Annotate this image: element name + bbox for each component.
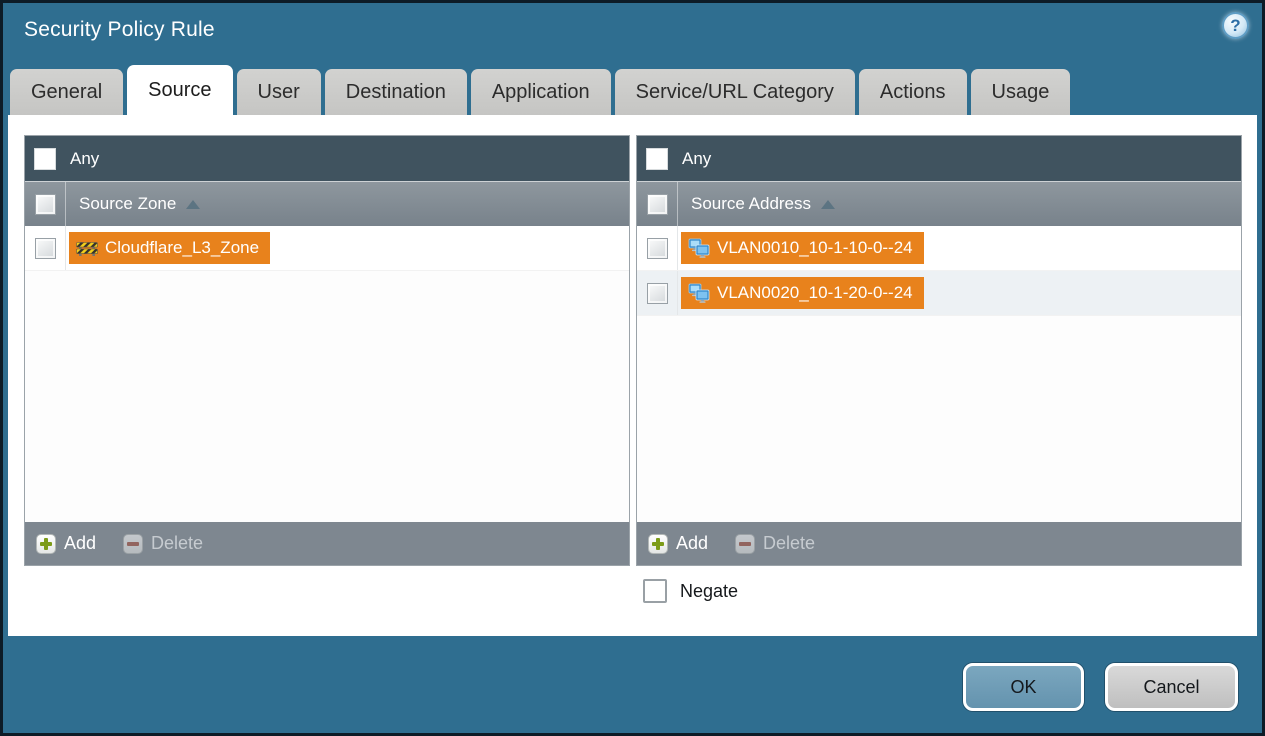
source-zone-column-header-row: Source Zone bbox=[25, 181, 629, 226]
table-row: VLAN0020_10-1-20-0--24 bbox=[637, 271, 1241, 316]
security-policy-rule-dialog: Security Policy Rule ? General Source Us… bbox=[0, 0, 1265, 736]
tab-application[interactable]: Application bbox=[470, 69, 611, 115]
source-zone-any-header: Any bbox=[25, 136, 629, 181]
delete-label: Delete bbox=[151, 533, 204, 553]
sort-ascending-icon[interactable] bbox=[186, 199, 201, 209]
add-plus-icon bbox=[36, 533, 56, 554]
source-address-column-header-row: Source Address bbox=[637, 181, 1241, 226]
zone-icon bbox=[76, 240, 98, 257]
tab-source[interactable]: Source bbox=[127, 65, 233, 115]
row-checkbox[interactable] bbox=[646, 282, 668, 304]
address-icon bbox=[688, 283, 710, 303]
source-address-any-header: Any bbox=[637, 136, 1241, 181]
add-plus-icon bbox=[648, 533, 668, 554]
delete-minus-icon bbox=[123, 533, 144, 554]
row-checkbox[interactable] bbox=[646, 237, 668, 259]
tab-service-url-category[interactable]: Service/URL Category bbox=[614, 69, 855, 115]
table-row: VLAN0010_10-1-10-0--24 bbox=[637, 226, 1241, 271]
delete-minus-icon bbox=[735, 533, 756, 554]
tab-usage[interactable]: Usage bbox=[970, 69, 1071, 115]
table-row: Cloudflare_L3_Zone bbox=[25, 226, 629, 271]
zone-name: Cloudflare_L3_Zone bbox=[105, 238, 260, 257]
address-chip[interactable]: VLAN0010_10-1-10-0--24 bbox=[681, 232, 924, 264]
source-address-panel: Any Source Address VLAN0010_10-1-10-0--2… bbox=[636, 135, 1242, 566]
sort-ascending-icon[interactable] bbox=[821, 199, 836, 209]
source-zone-panel: Any Source Zone Cloudflare_L3_Zone Add D… bbox=[24, 135, 630, 566]
source-zone-toolbar: Add Delete bbox=[25, 522, 629, 565]
source-tab-content: Any Source Zone Cloudflare_L3_Zone Add D… bbox=[8, 115, 1257, 636]
source-address-column-title[interactable]: Source Address bbox=[691, 194, 811, 214]
negate-label: Negate bbox=[680, 580, 739, 601]
help-icon[interactable]: ? bbox=[1222, 12, 1249, 39]
source-zone-any-checkbox[interactable] bbox=[34, 147, 56, 170]
source-zone-column-title[interactable]: Source Zone bbox=[79, 194, 176, 214]
add-button[interactable]: Add bbox=[36, 533, 96, 554]
negate-checkbox[interactable] bbox=[643, 579, 667, 603]
add-label: Add bbox=[64, 533, 97, 553]
address-name: VLAN0020_10-1-20-0--24 bbox=[717, 283, 913, 302]
source-zone-any-label: Any bbox=[70, 148, 100, 168]
address-chip[interactable]: VLAN0020_10-1-20-0--24 bbox=[681, 277, 924, 309]
zone-chip[interactable]: Cloudflare_L3_Zone bbox=[69, 232, 271, 264]
address-icon bbox=[688, 238, 710, 258]
add-button[interactable]: Add bbox=[648, 533, 708, 554]
tab-actions[interactable]: Actions bbox=[858, 69, 967, 115]
ok-button[interactable]: OK bbox=[963, 663, 1084, 711]
dialog-title: Security Policy Rule bbox=[24, 18, 215, 41]
source-address-toolbar: Add Delete bbox=[637, 522, 1241, 565]
tab-destination[interactable]: Destination bbox=[324, 69, 467, 115]
row-checkbox[interactable] bbox=[34, 237, 56, 259]
tab-general[interactable]: General bbox=[10, 69, 124, 115]
address-name: VLAN0010_10-1-10-0--24 bbox=[717, 238, 913, 257]
source-address-any-label: Any bbox=[682, 148, 712, 168]
delete-button[interactable]: Delete bbox=[735, 533, 815, 554]
tab-bar: General Source User Destination Applicat… bbox=[10, 65, 1071, 115]
source-address-list: VLAN0010_10-1-10-0--24 VLAN0020_10-1-20-… bbox=[637, 226, 1241, 522]
source-zone-list: Cloudflare_L3_Zone bbox=[25, 226, 629, 522]
cancel-button[interactable]: Cancel bbox=[1105, 663, 1238, 711]
delete-button[interactable]: Delete bbox=[123, 533, 203, 554]
add-label: Add bbox=[676, 533, 709, 553]
source-address-select-all-checkbox[interactable] bbox=[646, 193, 668, 215]
source-zone-select-all-checkbox[interactable] bbox=[34, 193, 56, 215]
tab-user[interactable]: User bbox=[236, 69, 321, 115]
negate-row: Negate bbox=[643, 579, 738, 603]
delete-label: Delete bbox=[763, 533, 816, 553]
source-address-any-checkbox[interactable] bbox=[646, 147, 668, 170]
